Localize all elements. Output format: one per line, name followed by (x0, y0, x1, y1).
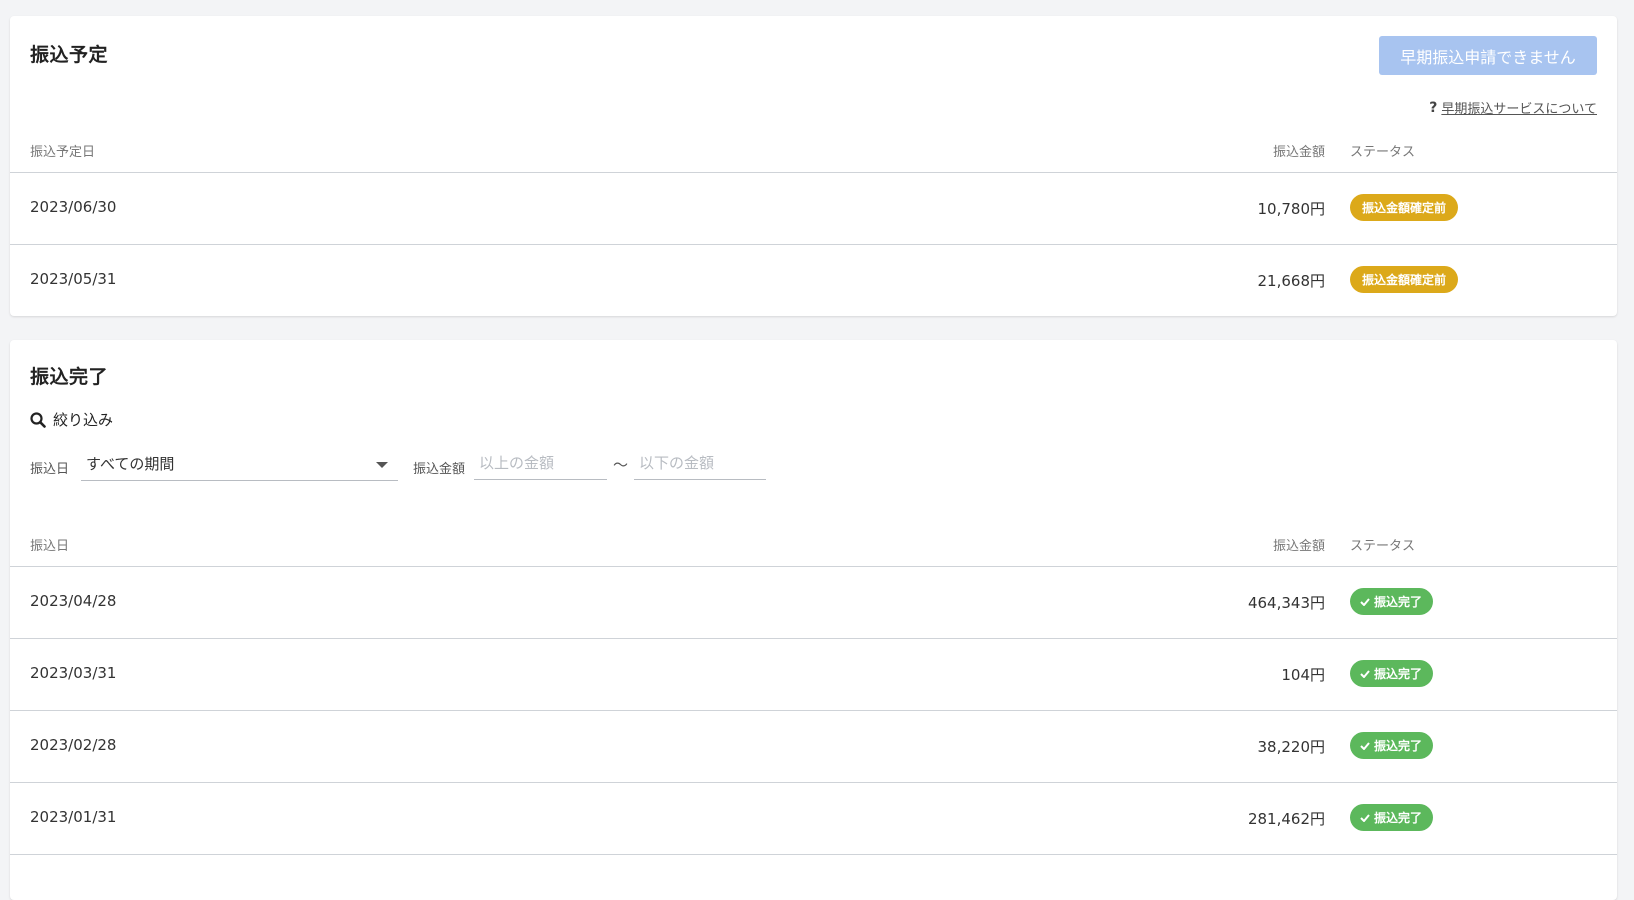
row-amount: 281,462円 (1247, 810, 1325, 828)
date-period-select[interactable]: すべての期間 (81, 446, 398, 481)
column-header-amount: 振込金額 (1272, 539, 1325, 554)
table-row: 2023/03/31 104円 振込完了 (10, 639, 1617, 711)
column-header-status: ステータス (1350, 539, 1416, 554)
row-amount: 38,220円 (1257, 738, 1326, 756)
completed-title: 振込完了 (30, 366, 109, 388)
column-header-amount: 振込金額 (1272, 145, 1325, 160)
column-header-date: 振込日 (30, 539, 70, 554)
status-badge: 振込完了 (1350, 660, 1434, 687)
question-icon: ? (1429, 99, 1438, 116)
early-transfer-info-link[interactable]: 早期振込サービスについて (1441, 98, 1597, 117)
status-badge-pill: 振込完了 (1350, 588, 1434, 615)
status-badge-label: 振込完了 (1374, 595, 1423, 609)
min-amount-input[interactable] (474, 446, 607, 480)
table-row: 2023/04/28 464,343円 振込完了 (10, 567, 1617, 639)
status-badge: 振込完了 (1350, 732, 1434, 759)
status-badge-label: 振込完了 (1374, 811, 1423, 825)
table-row: 2023/02/28 38,220円 振込完了 (10, 711, 1617, 783)
status-badge-label: 振込完了 (1374, 667, 1423, 681)
status-badge: 振込金額確定前 (1350, 266, 1459, 293)
row-date: 2023/05/31 (30, 270, 117, 288)
check-icon (1360, 597, 1370, 606)
row-amount: 21,668円 (1257, 272, 1326, 290)
amount-filter-label: 振込金額 (413, 462, 466, 477)
completed-table: 振込日 振込金額 ステータス 2023/04/28 464,343円 振込完了 … (10, 520, 1617, 855)
scheduled-title: 振込予定 (30, 44, 109, 66)
status-badge-label: 振込完了 (1374, 739, 1423, 753)
status-badge-pill: 振込完了 (1350, 804, 1434, 831)
status-badge: 振込完了 (1350, 804, 1434, 831)
row-date: 2023/02/28 (30, 736, 117, 754)
early-transfer-button[interactable]: 早期振込申請できません (1379, 36, 1597, 75)
table-header: 振込日 振込金額 ステータス (10, 520, 1617, 567)
filter-heading: 絞り込み (30, 409, 113, 430)
row-amount: 10,780円 (1257, 200, 1326, 218)
row-date: 2023/01/31 (30, 808, 117, 826)
scheduled-table: 振込予定日 振込金額 ステータス 2023/06/30 10,780円 振込金額… (10, 126, 1617, 316)
caret-down-icon (376, 462, 388, 468)
check-icon (1360, 669, 1370, 678)
max-amount-input[interactable] (634, 446, 766, 480)
completed-transfers-card: 振込完了 絞り込み 振込日 すべての期間 振込金額 ～ 振込日 振込金額 ステー… (10, 340, 1617, 900)
row-date: 2023/06/30 (30, 198, 117, 216)
scheduled-transfers-card: 振込予定 早期振込申請できません ? 早期振込サービスについて 振込予定日 振込… (10, 16, 1617, 316)
date-period-value: すべての期間 (86, 455, 175, 473)
range-separator: ～ (613, 456, 629, 474)
row-date: 2023/03/31 (30, 664, 117, 682)
check-icon (1360, 741, 1370, 750)
status-badge: 振込完了 (1350, 588, 1434, 615)
date-filter-label: 振込日 (30, 462, 70, 477)
filter-row: 振込日 すべての期間 振込金額 ～ (30, 446, 930, 482)
table-row: 2023/05/31 21,668円 振込金額確定前 (10, 245, 1617, 316)
table-row: 2023/06/30 10,780円 振込金額確定前 (10, 173, 1617, 245)
table-header: 振込予定日 振込金額 ステータス (10, 126, 1617, 173)
status-badge-label: 振込金額確定前 (1350, 266, 1459, 293)
status-badge: 振込金額確定前 (1350, 194, 1459, 221)
column-header-status: ステータス (1350, 145, 1416, 160)
early-transfer-help: ? 早期振込サービスについて (1429, 98, 1597, 118)
row-amount: 464,343円 (1247, 594, 1325, 612)
check-icon (1360, 813, 1370, 822)
status-badge-pill: 振込完了 (1350, 660, 1434, 687)
table-row: 2023/01/31 281,462円 振込完了 (10, 783, 1617, 855)
search-icon (30, 411, 46, 428)
filter-title-label: 絞り込み (53, 411, 114, 429)
column-header-date: 振込予定日 (30, 145, 96, 160)
row-amount: 104円 (1281, 666, 1325, 684)
status-badge-label: 振込金額確定前 (1350, 194, 1459, 221)
row-date: 2023/04/28 (30, 592, 117, 610)
status-badge-pill: 振込完了 (1350, 732, 1434, 759)
